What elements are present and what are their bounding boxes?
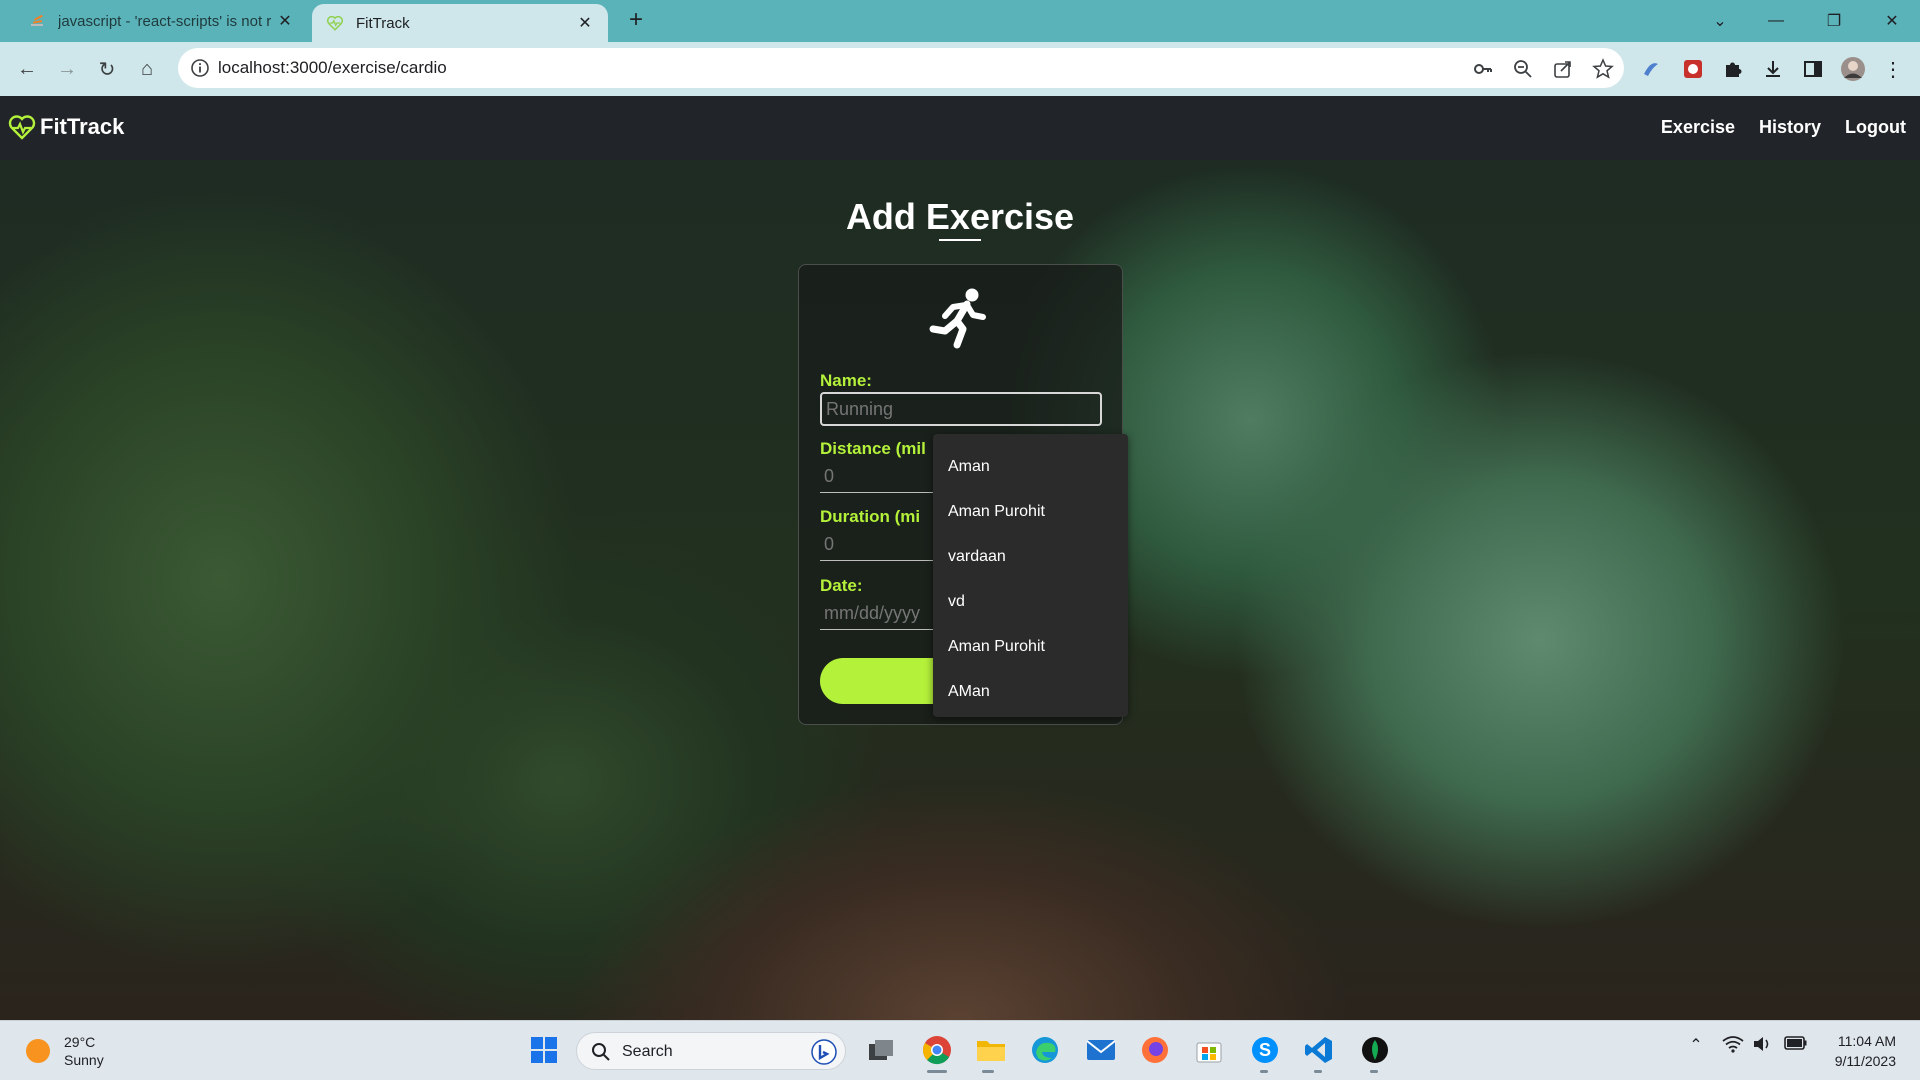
search-label: Search [622,1043,673,1060]
autocomplete-option[interactable]: Aman [933,444,1128,489]
share-icon[interactable] [1552,58,1574,80]
firefox-icon[interactable] [1138,1033,1172,1067]
weather-widget[interactable]: 29°C Sunny [26,1033,104,1069]
chrome-icon[interactable] [920,1033,954,1067]
distance-label: Distance (mil [820,439,926,458]
new-tab-button[interactable]: + [622,7,650,35]
tab-search-chevron-icon[interactable]: ⌄ [1692,0,1748,42]
date-label: Date: [820,576,863,595]
browser-toolbar: ← → ↻ ⌂ localhost:3000/exercise/cardio ⋮ [0,42,1920,96]
nav-link-logout[interactable]: Logout [1845,117,1906,138]
edge-icon[interactable] [1028,1033,1062,1067]
weather-description: Sunny [64,1052,104,1068]
windows-start-icon[interactable] [527,1033,561,1067]
name-label: Name: [820,371,872,390]
volume-icon[interactable] [1752,1035,1772,1053]
nav-link-history[interactable]: History [1759,117,1821,138]
skype-icon[interactable]: S [1248,1033,1282,1067]
autocomplete-option[interactable]: Aman Purohit [933,489,1128,534]
title-underline [939,239,981,241]
address-bar[interactable]: localhost:3000/exercise/cardio [178,48,1624,88]
wifi-icon[interactable] [1722,1035,1744,1053]
name-input[interactable] [820,392,1102,426]
tab-title: javascript - 'react-scripts' is not r [58,12,272,30]
extension-red-icon[interactable] [1680,56,1706,82]
autocomplete-option[interactable]: Aman Purohit [933,624,1128,669]
nav-link-exercise[interactable]: Exercise [1661,117,1735,138]
browser-menu-icon[interactable]: ⋮ [1880,56,1906,82]
zoom-icon[interactable] [1512,58,1534,80]
bing-icon [811,1039,837,1065]
close-tab-icon[interactable]: ✕ [576,13,594,33]
mail-icon[interactable] [1084,1033,1118,1067]
key-icon[interactable] [1472,58,1494,80]
vscode-running-indicator [1314,1070,1322,1073]
autocomplete-option[interactable]: vardaan [933,534,1128,579]
site-info-icon[interactable] [190,58,210,78]
close-tab-icon[interactable]: ✕ [276,11,294,31]
restore-window-icon[interactable]: ❐ [1806,0,1862,42]
sun-icon [26,1039,50,1063]
microsoft-store-icon[interactable] [1192,1033,1226,1067]
extension-blue-icon[interactable] [1638,56,1664,82]
show-hidden-icons-chevron-icon[interactable]: ⌃ [1684,1035,1708,1055]
side-panel-icon[interactable] [1800,56,1826,82]
file-explorer-icon[interactable] [974,1033,1008,1067]
search-icon [592,1043,610,1061]
browser-tab-stackoverflow[interactable]: javascript - 'react-scripts' is not r ✕ [14,0,308,42]
compass-running-indicator [1370,1070,1378,1073]
browser-tab-fittrack[interactable]: FitTrack ✕ [312,4,608,42]
duration-label: Duration (mi [820,507,921,526]
battery-icon[interactable] [1784,1035,1808,1051]
app-navbar: FitTrack Exercise History Logout [0,96,1920,160]
clock-time: 11:04 AM [1837,1033,1896,1049]
url-text: localhost:3000/exercise/cardio [218,58,447,77]
extensions-puzzle-icon[interactable] [1720,56,1746,82]
svg-text:S: S [1259,1040,1271,1060]
profile-avatar[interactable] [1840,56,1866,82]
heart-pulse-icon [8,115,36,140]
bookmark-star-icon[interactable] [1592,58,1614,80]
clock-date: 9/11/2023 [1834,1053,1896,1069]
running-person-icon [929,288,986,349]
nav-links: Exercise History Logout [1661,117,1906,138]
brand-name: FitTrack [40,114,125,139]
browser-tab-strip: javascript - 'react-scripts' is not r ✕ … [0,0,1920,42]
back-arrow-icon[interactable]: ← [12,54,42,84]
autocomplete-option[interactable]: vd [933,579,1128,624]
page-title: Add Exercise [845,196,1075,237]
explorer-running-indicator [982,1070,994,1073]
download-icon[interactable] [1760,56,1786,82]
reload-icon[interactable]: ↻ [92,54,122,84]
heart-pulse-favicon-icon [326,15,344,31]
forward-arrow-icon[interactable]: → [52,54,82,84]
stackoverflow-favicon-icon [31,14,43,26]
mongodb-compass-icon[interactable] [1358,1033,1392,1067]
weather-temperature: 29°C [64,1034,96,1050]
skype-running-indicator [1260,1070,1268,1073]
minimize-window-icon[interactable]: — [1748,0,1804,42]
tab-title: FitTrack [356,14,410,32]
task-view-icon[interactable] [864,1033,898,1067]
taskbar-clock[interactable]: 11:04 AM 9/11/2023 [1835,1031,1896,1071]
home-icon[interactable]: ⌂ [132,54,162,84]
vscode-icon[interactable] [1302,1033,1336,1067]
brand-logo[interactable]: FitTrack [8,114,124,140]
windows-taskbar: 29°C Sunny Search S ⌃ 11:04 AM 9/11/2023 [0,1020,1920,1080]
chrome-active-indicator [927,1070,947,1073]
taskbar-search[interactable]: Search [576,1032,846,1070]
close-window-icon[interactable]: ✕ [1864,0,1920,42]
autocomplete-dropdown: Aman Aman Purohit vardaan vd Aman Purohi… [933,434,1128,717]
autocomplete-option[interactable]: AMan [933,669,1128,714]
